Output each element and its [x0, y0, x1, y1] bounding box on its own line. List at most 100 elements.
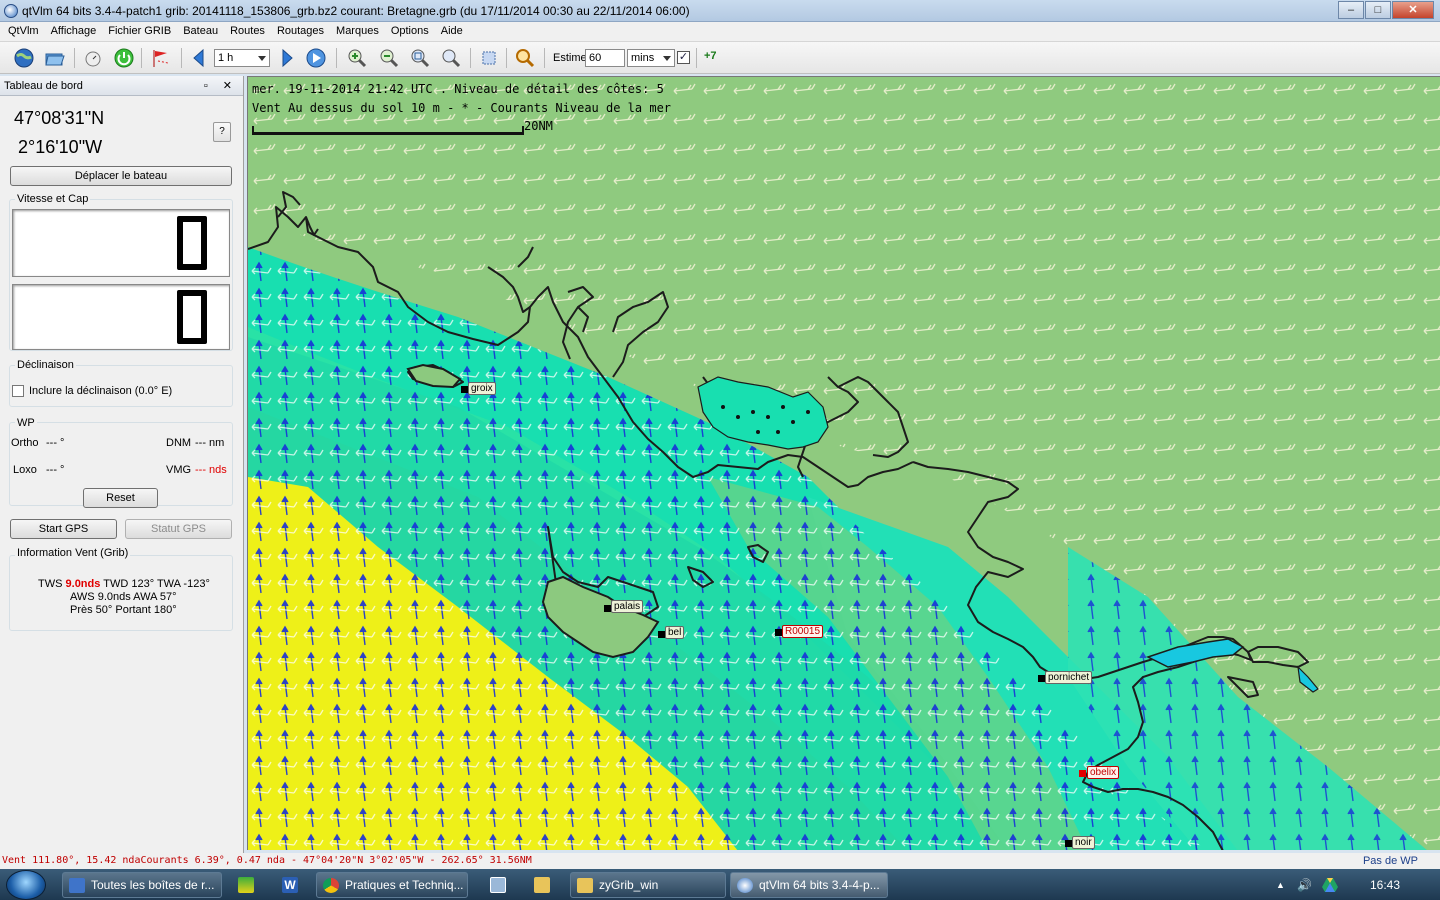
twd-twa-values: TWD 123° TWA -123° — [103, 578, 210, 590]
poi-marker[interactable] — [658, 631, 665, 638]
pinned-monitor[interactable] — [478, 872, 518, 898]
poi-marker[interactable] — [1065, 840, 1072, 847]
vmg-label: VMG — [166, 464, 192, 476]
grib-map-canvas[interactable] — [248, 77, 1440, 850]
map-view[interactable]: mer. 19-11-2014 21:42 UTC . Niveau de dé… — [247, 76, 1440, 850]
title-bar: qtVlm 64 bits 3.4-4-patch1 grib: 2014111… — [0, 0, 1440, 22]
reset-button[interactable]: Reset — [83, 488, 158, 508]
menu-bateau[interactable]: Bateau — [179, 22, 226, 41]
menu-affichage[interactable]: Affichage — [47, 22, 105, 41]
declination-checkbox-label: Inclure la déclinaison (0.0° E) — [29, 385, 173, 397]
pinned-folder[interactable] — [522, 872, 562, 898]
status-readout: Vent 111.80°, 15.42 ndaCourants 6.39°, 0… — [2, 855, 532, 866]
close-button[interactable]: ✕ — [1392, 1, 1434, 19]
poi-marker[interactable] — [1079, 770, 1086, 777]
zoom-area-icon[interactable] — [440, 47, 462, 69]
add-marker-button[interactable]: +7 — [704, 50, 717, 62]
poi-marker[interactable] — [604, 605, 611, 612]
dashboard-title: Tableau de bord — [4, 80, 83, 92]
selection-icon[interactable] — [478, 47, 500, 69]
pinned-excel[interactable] — [226, 872, 266, 898]
menu-marques[interactable]: Marques — [332, 22, 387, 41]
folder-icon — [534, 877, 550, 893]
menu-qtvlm[interactable]: QtVlm — [4, 22, 47, 41]
poi-label-noir[interactable]: noir — [1072, 836, 1095, 849]
latitude-display: 47°08'31"N — [14, 108, 105, 128]
google-drive-icon[interactable] — [1322, 878, 1338, 892]
search-icon[interactable] — [514, 47, 536, 69]
maximize-button[interactable]: □ — [1365, 1, 1391, 19]
open-folder-icon[interactable] — [44, 47, 66, 69]
toolbar: 1 h Estime 60 mins ✓ +7 — [0, 42, 1440, 74]
estime-unit-select[interactable]: mins — [627, 49, 675, 67]
declination-checkbox[interactable] — [12, 385, 24, 397]
stopwatch-icon[interactable] — [82, 47, 104, 69]
waypoint-status: Pas de WP — [1362, 855, 1418, 867]
wind-info-line3: Près 50° Portant 180° — [70, 604, 177, 616]
menu-fichier-grib[interactable]: Fichier GRIB — [104, 22, 179, 41]
vmg-value: --- nds — [195, 464, 227, 476]
time-step-select[interactable]: 1 h — [214, 49, 270, 67]
dashboard-title-bar: Tableau de bord ▫ ✕ — [0, 76, 243, 96]
poi-label-pornichet[interactable]: pornichet — [1045, 671, 1093, 684]
start-gps-button[interactable]: Start GPS — [10, 519, 117, 539]
poi-marker[interactable] — [775, 629, 782, 636]
longitude-display: 2°16'10"W — [18, 137, 103, 157]
system-clock: 16:43 — [1369, 878, 1400, 892]
heading-digit — [177, 290, 207, 344]
minimize-button[interactable]: – — [1338, 1, 1364, 19]
mail-icon — [69, 878, 85, 893]
pinned-word[interactable]: W — [270, 872, 310, 898]
folder-icon — [577, 878, 593, 893]
menu-options[interactable]: Options — [387, 22, 437, 41]
help-button[interactable]: ? — [213, 122, 231, 142]
poi-label-r00015[interactable]: R00015 — [782, 625, 824, 638]
estime-checkbox[interactable]: ✓ — [677, 51, 690, 64]
ortho-value: --- ° — [46, 437, 65, 449]
previous-step-icon[interactable] — [188, 47, 210, 69]
poi-marker[interactable] — [1038, 675, 1045, 682]
wind-info-group-label: Information Vent (Grib) — [15, 547, 131, 559]
zoom-fit-icon[interactable] — [409, 47, 431, 69]
loxo-label: Loxo — [13, 464, 37, 476]
heading-lcd: 0 — [12, 284, 230, 350]
poi-label-groix[interactable]: groix — [468, 382, 496, 395]
monitor-icon — [490, 877, 506, 893]
ortho-label: Ortho — [11, 437, 39, 449]
menu-routes[interactable]: Routes — [226, 22, 273, 41]
qtvlm-icon — [737, 878, 753, 893]
task-outlook[interactable]: Toutes les boîtes de r... — [62, 872, 222, 898]
menu-aide[interactable]: Aide — [437, 22, 471, 41]
task-chrome[interactable]: Pratiques et Techniq... — [316, 872, 468, 898]
declination-group-label: Déclinaison — [15, 359, 76, 371]
task-zygrib[interactable]: zyGrib_win — [570, 872, 726, 898]
zoom-out-icon[interactable] — [378, 47, 400, 69]
menu-routages[interactable]: Routages — [273, 22, 332, 41]
tray-expand-icon[interactable]: ▲ — [1276, 880, 1285, 890]
panel-float-close-buttons[interactable]: ▫ ✕ — [204, 79, 238, 92]
estime-label: Estime — [553, 52, 587, 64]
poi-label-palais[interactable]: palais — [611, 600, 644, 613]
task-qtvlm[interactable]: qtVlm 64 bits 3.4-4-p... — [730, 872, 888, 898]
globe-icon[interactable] — [13, 47, 35, 69]
start-button[interactable] — [6, 870, 46, 900]
estime-value-spinbox[interactable]: 60 — [585, 49, 625, 67]
tws-label: TWS — [38, 578, 63, 590]
next-step-icon[interactable] — [276, 47, 298, 69]
loxo-value: --- ° — [46, 464, 65, 476]
gps-status-button[interactable]: Statut GPS — [125, 519, 232, 539]
flag-route-icon[interactable] — [150, 47, 172, 69]
play-icon[interactable] — [305, 47, 327, 69]
poi-label-bel[interactable]: bel — [665, 626, 685, 639]
poi-label-obelix[interactable]: obelix — [1087, 766, 1120, 779]
word-icon: W — [282, 877, 298, 893]
power-icon[interactable] — [113, 47, 135, 69]
speed-lcd: 0 — [12, 209, 230, 277]
move-boat-button[interactable]: Déplacer le bateau — [10, 166, 232, 186]
menu-bar: QtVlm Affichage Fichier GRIB Bateau Rout… — [0, 22, 1440, 42]
speed-heading-group-label: Vitesse et Cap — [15, 193, 91, 205]
wp-group-label: WP — [15, 417, 37, 429]
volume-icon[interactable]: 🔊 — [1297, 878, 1312, 892]
zoom-in-icon[interactable] — [346, 47, 368, 69]
poi-marker[interactable] — [461, 386, 468, 393]
